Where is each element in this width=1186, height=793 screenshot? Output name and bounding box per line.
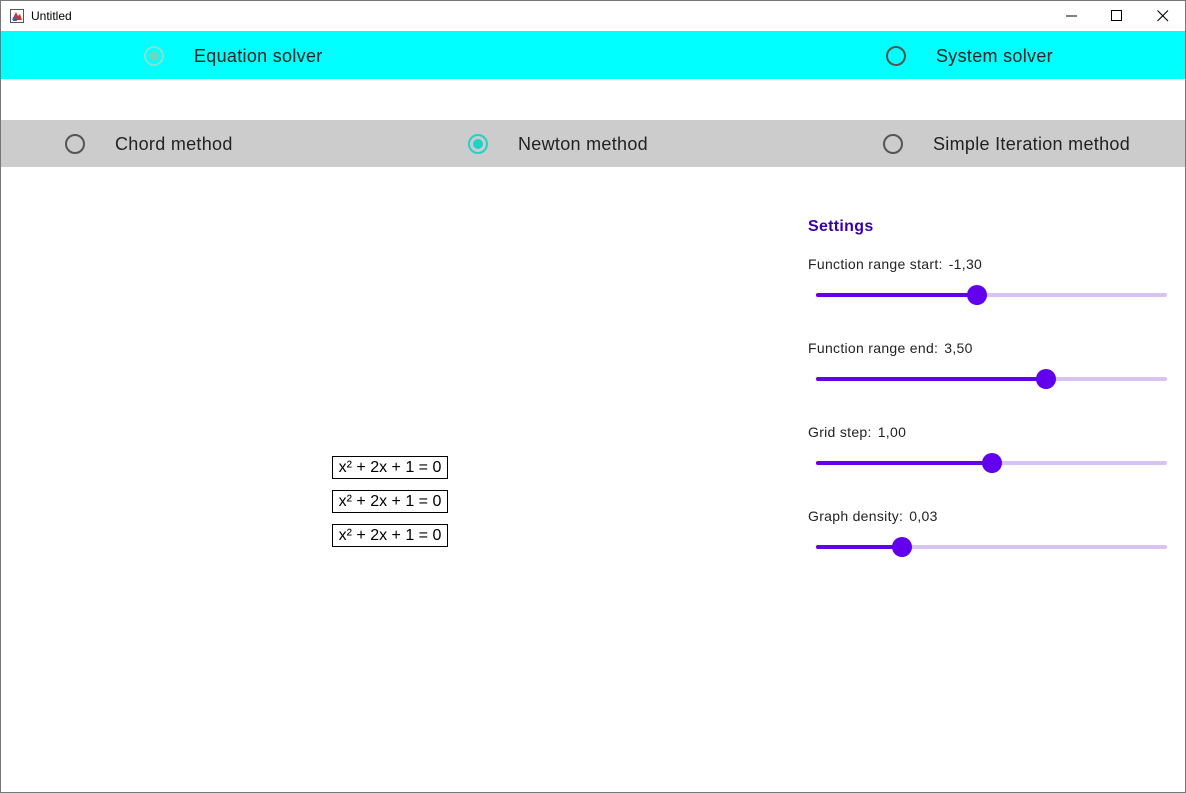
graph-density-value: 0,03 — [909, 508, 938, 524]
chord-method-label[interactable]: Chord method — [115, 134, 233, 155]
grid-step-label-text: Grid step: — [808, 424, 872, 440]
range-end-slider-thumb[interactable] — [1036, 369, 1057, 389]
range-start-slider[interactable] — [816, 285, 1167, 305]
maximize-icon — [1111, 10, 1122, 21]
range-end-label: Function range end: 3,50 — [808, 340, 973, 356]
system-solver-radio[interactable] — [886, 46, 906, 66]
range-end-slider-fill — [816, 377, 1047, 381]
equation-field-1[interactable]: x² + 2x + 1 = 0 — [332, 456, 448, 479]
graph-density-slider-thumb[interactable] — [891, 537, 912, 557]
range-end-label-text: Function range end: — [808, 340, 939, 356]
title-bar: Untitled — [1, 1, 1185, 31]
grid-step-slider-thumb[interactable] — [981, 453, 1002, 473]
maximize-button[interactable] — [1094, 1, 1140, 31]
graph-density-slider-fill — [816, 545, 902, 549]
equation-field-3[interactable]: x² + 2x + 1 = 0 — [332, 524, 448, 547]
close-button[interactable] — [1140, 1, 1185, 31]
range-start-label-text: Function range start: — [808, 256, 943, 272]
range-start-slider-fill — [816, 293, 977, 297]
grid-step-slider[interactable] — [816, 453, 1167, 473]
graph-density-label: Graph density: 0,03 — [808, 508, 938, 524]
equation-field-2[interactable]: x² + 2x + 1 = 0 — [332, 490, 448, 513]
equation-solver-radio[interactable] — [144, 46, 164, 66]
minimize-button[interactable] — [1049, 1, 1095, 31]
grid-step-slider-fill — [816, 461, 992, 465]
range-end-slider[interactable] — [816, 369, 1167, 389]
newton-method-label[interactable]: Newton method — [518, 134, 648, 155]
grid-step-value: 1,00 — [877, 424, 907, 440]
chord-method-radio[interactable] — [65, 134, 85, 154]
settings-title: Settings — [808, 218, 874, 235]
equation-solver-label[interactable]: Equation solver — [194, 46, 323, 67]
range-start-slider-thumb[interactable] — [966, 285, 987, 305]
graph-density-label-text: Graph density: — [808, 508, 904, 524]
range-start-value: -1,30 — [948, 256, 983, 272]
app-icon — [10, 9, 24, 23]
simple-iteration-method-radio[interactable] — [883, 134, 903, 154]
newton-method-radio[interactable] — [468, 134, 488, 154]
method-selector-bar: Chord method Newton method Simple Iterat… — [1, 120, 1185, 167]
close-icon — [1157, 10, 1169, 22]
minimize-icon — [1066, 15, 1077, 17]
range-start-label: Function range start: -1,30 — [808, 256, 982, 272]
grid-step-label: Grid step: 1,00 — [808, 424, 906, 440]
simple-iteration-method-label[interactable]: Simple Iteration method — [933, 134, 1130, 155]
graph-density-slider[interactable] — [816, 537, 1167, 557]
range-end-value: 3,50 — [944, 340, 973, 356]
system-solver-label[interactable]: System solver — [936, 46, 1053, 67]
mode-selector-bar: Equation solver System solver — [1, 31, 1185, 79]
app-window: Untitled Equation solver System solver C… — [0, 0, 1186, 793]
window-title: Untitled — [31, 9, 72, 23]
